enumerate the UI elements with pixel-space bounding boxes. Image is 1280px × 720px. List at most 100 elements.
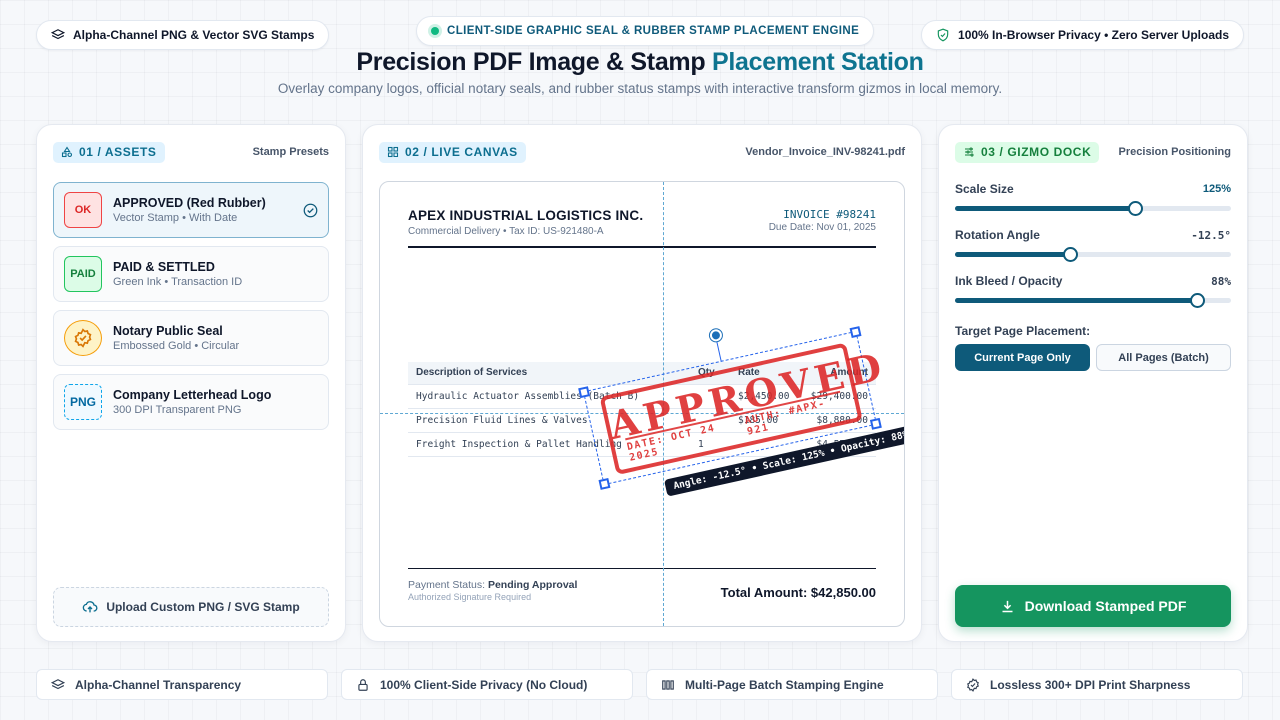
cloud-upload-icon: [83, 601, 98, 613]
png-file-icon: PNG: [64, 384, 102, 420]
scale-size-value: 125%: [1202, 183, 1231, 195]
resize-handle-bl[interactable]: [598, 478, 611, 490]
current-page-only-button[interactable]: Current Page Only: [955, 344, 1090, 371]
opacity-thumb[interactable]: [1190, 293, 1206, 308]
pages-stack-icon: [662, 679, 674, 690]
opacity-row: Ink Bleed / Opacity 88%: [955, 274, 1231, 288]
resize-handle-tl[interactable]: [578, 386, 591, 399]
alpha-png-svg-pill: Alpha-Channel PNG & Vector SVG Stamps: [36, 20, 330, 50]
ok-stamp-icon: OK: [64, 192, 102, 228]
gizmo-tag-label: 03 / GIZMO DOCK: [981, 145, 1092, 159]
asset-paid[interactable]: PAID PAID & SETTLED Green Ink • Transacti…: [53, 246, 329, 302]
asset-approved[interactable]: OK APPROVED (Red Rubber) Vector Stamp • W…: [53, 182, 329, 238]
payment-status: Payment Status: Pending Approval: [408, 579, 577, 591]
scale-size-label: Scale Size: [955, 182, 1014, 196]
asset-name: Notary Public Seal: [113, 323, 223, 338]
payment-value: Pending Approval: [487, 579, 578, 591]
feature-label: 100% Client-Side Privacy (No Cloud): [380, 677, 588, 692]
seal-badge-icon: [64, 320, 102, 356]
badge-check-icon: [967, 677, 979, 692]
stamp-bounding-box[interactable]: APPROVED DATE: OCT 24 2025 AUTH: #APX-92…: [578, 326, 890, 490]
scan-frame-icon: [387, 146, 399, 158]
title-main: Precision PDF Image & Stamp: [356, 48, 712, 76]
rotation-angle-label: Rotation Angle: [955, 228, 1040, 242]
invoice-number: INVOICE #98241: [783, 208, 876, 221]
all-pages-batch-button[interactable]: All Pages (Batch): [1096, 344, 1231, 371]
feature-label: Multi-Page Batch Stamping Engine: [685, 677, 884, 692]
download-label: Download Stamped PDF: [1024, 598, 1187, 614]
feature-lossless-dpi: Lossless 300+ DPI Print Sharpness: [951, 669, 1243, 700]
rotation-angle-slider[interactable]: [955, 247, 1231, 262]
feature-label: Lossless 300+ DPI Print Sharpness: [990, 677, 1191, 692]
pdf-page-canvas[interactable]: APEX INDUSTRIAL LOGISTICS INC. Commercia…: [379, 181, 905, 627]
gizmo-tag: 03 / GIZMO DOCK: [955, 141, 1100, 163]
asset-sub: Green Ink • Transaction ID: [113, 275, 243, 288]
title-accent: Placement Station: [711, 48, 924, 76]
paid-stamp-icon: PAID: [64, 256, 102, 292]
page-subtitle: Overlay company logos, official notary s…: [277, 81, 1003, 96]
total-amount: Total Amount: $42,850.00: [720, 585, 876, 600]
assets-panel: 01 / ASSETS Stamp Presets OK APPROVED (R…: [36, 124, 346, 642]
canvas-tag: 02 / LIVE CANVAS: [379, 141, 526, 163]
rotation-angle-fill: [955, 252, 1071, 257]
opacity-value: 88%: [1211, 274, 1231, 288]
approved-stamp-overlay[interactable]: APPROVED DATE: OCT 24 2025 AUTH: #APX-92…: [578, 326, 904, 497]
scale-size-slider[interactable]: [955, 201, 1231, 216]
invoice-company-sub: Commercial Delivery • Tax ID: US-921480-…: [408, 226, 604, 237]
sliders-icon: [965, 147, 974, 157]
asset-name: PAID & SETTLED: [113, 259, 215, 274]
rotation-stem: [716, 341, 722, 362]
asset-notary-seal[interactable]: Notary Public Seal Embossed Gold • Circul…: [53, 310, 329, 366]
pill-label: 100% In-Browser Privacy • Zero Server Up…: [958, 28, 1229, 42]
status-dot-icon: [431, 27, 439, 35]
resize-handle-tr[interactable]: [849, 326, 862, 338]
asset-sub: 300 DPI Transparent PNG: [113, 403, 242, 416]
stamp-presets-label: Stamp Presets: [252, 146, 329, 158]
pill-label: Alpha-Channel PNG & Vector SVG Stamps: [73, 28, 315, 42]
layers-icon: [51, 678, 65, 689]
privacy-pill: 100% In-Browser Privacy • Zero Server Up…: [921, 20, 1244, 50]
header-rule: [408, 246, 876, 248]
feature-label: Alpha-Channel Transparency: [75, 677, 242, 692]
target-page-placement-label: Target Page Placement:: [955, 324, 1091, 338]
live-canvas-panel: 02 / LIVE CANVAS Vendor_Invoice_INV-9824…: [362, 124, 922, 642]
payment-label: Payment Status:: [408, 579, 488, 591]
asset-sub: Vector Stamp • With Date: [113, 211, 238, 224]
download-stamped-pdf-button[interactable]: Download Stamped PDF: [955, 585, 1231, 627]
opacity-label: Ink Bleed / Opacity: [955, 274, 1063, 288]
document-filename: Vendor_Invoice_INV-98241.pdf: [745, 146, 905, 158]
asset-name: APPROVED (Red Rubber): [113, 195, 266, 210]
upload-custom-stamp-button[interactable]: Upload Custom PNG / SVG Stamp: [53, 587, 329, 627]
engine-status-pill: CLIENT-SIDE GRAPHIC SEAL & RUBBER STAMP …: [416, 16, 875, 46]
assets-tag: 01 / ASSETS: [53, 141, 165, 163]
page-title: Precision PDF Image & Stamp Placement St…: [0, 48, 1280, 77]
asset-letterhead-logo[interactable]: PNG Company Letterhead Logo 300 DPI Trans…: [53, 374, 329, 430]
upload-label: Upload Custom PNG / SVG Stamp: [106, 600, 300, 614]
canvas-tag-label: 02 / LIVE CANVAS: [405, 145, 518, 159]
lock-icon: [358, 678, 368, 691]
footer-rule: [408, 568, 876, 569]
asset-sub: Embossed Gold • Circular: [113, 339, 240, 352]
opacity-fill: [955, 298, 1198, 303]
check-circle-icon: [303, 203, 318, 217]
feature-batch-stamping: Multi-Page Batch Stamping Engine: [646, 669, 938, 700]
feature-client-side-privacy: 100% Client-Side Privacy (No Cloud): [341, 669, 633, 700]
rotation-angle-row: Rotation Angle -12.5°: [955, 228, 1231, 242]
precision-positioning-label: Precision Positioning: [1118, 146, 1231, 158]
opacity-slider[interactable]: [955, 293, 1231, 308]
pill-label: CLIENT-SIDE GRAPHIC SEAL & RUBBER STAMP …: [447, 25, 860, 37]
rotation-angle-thumb[interactable]: [1063, 247, 1079, 262]
invoice-due-date: Due Date: Nov 01, 2025: [768, 222, 876, 233]
scale-size-fill: [955, 206, 1136, 211]
scale-size-row: Scale Size 125%: [955, 182, 1231, 196]
shapes-icon: [61, 146, 73, 158]
download-icon: [1002, 600, 1013, 612]
scale-size-thumb[interactable]: [1128, 201, 1144, 216]
rotation-handle[interactable]: [708, 328, 724, 343]
gizmo-dock-panel: 03 / GIZMO DOCK Precision Positioning Sc…: [938, 124, 1248, 642]
authorized-signature-note: Authorized Signature Required: [408, 592, 532, 602]
resize-handle-br[interactable]: [869, 417, 882, 430]
layers-icon: [51, 29, 65, 40]
invoice-company-name: APEX INDUSTRIAL LOGISTICS INC.: [408, 208, 644, 223]
rotation-angle-value: -12.5°: [1191, 228, 1231, 242]
